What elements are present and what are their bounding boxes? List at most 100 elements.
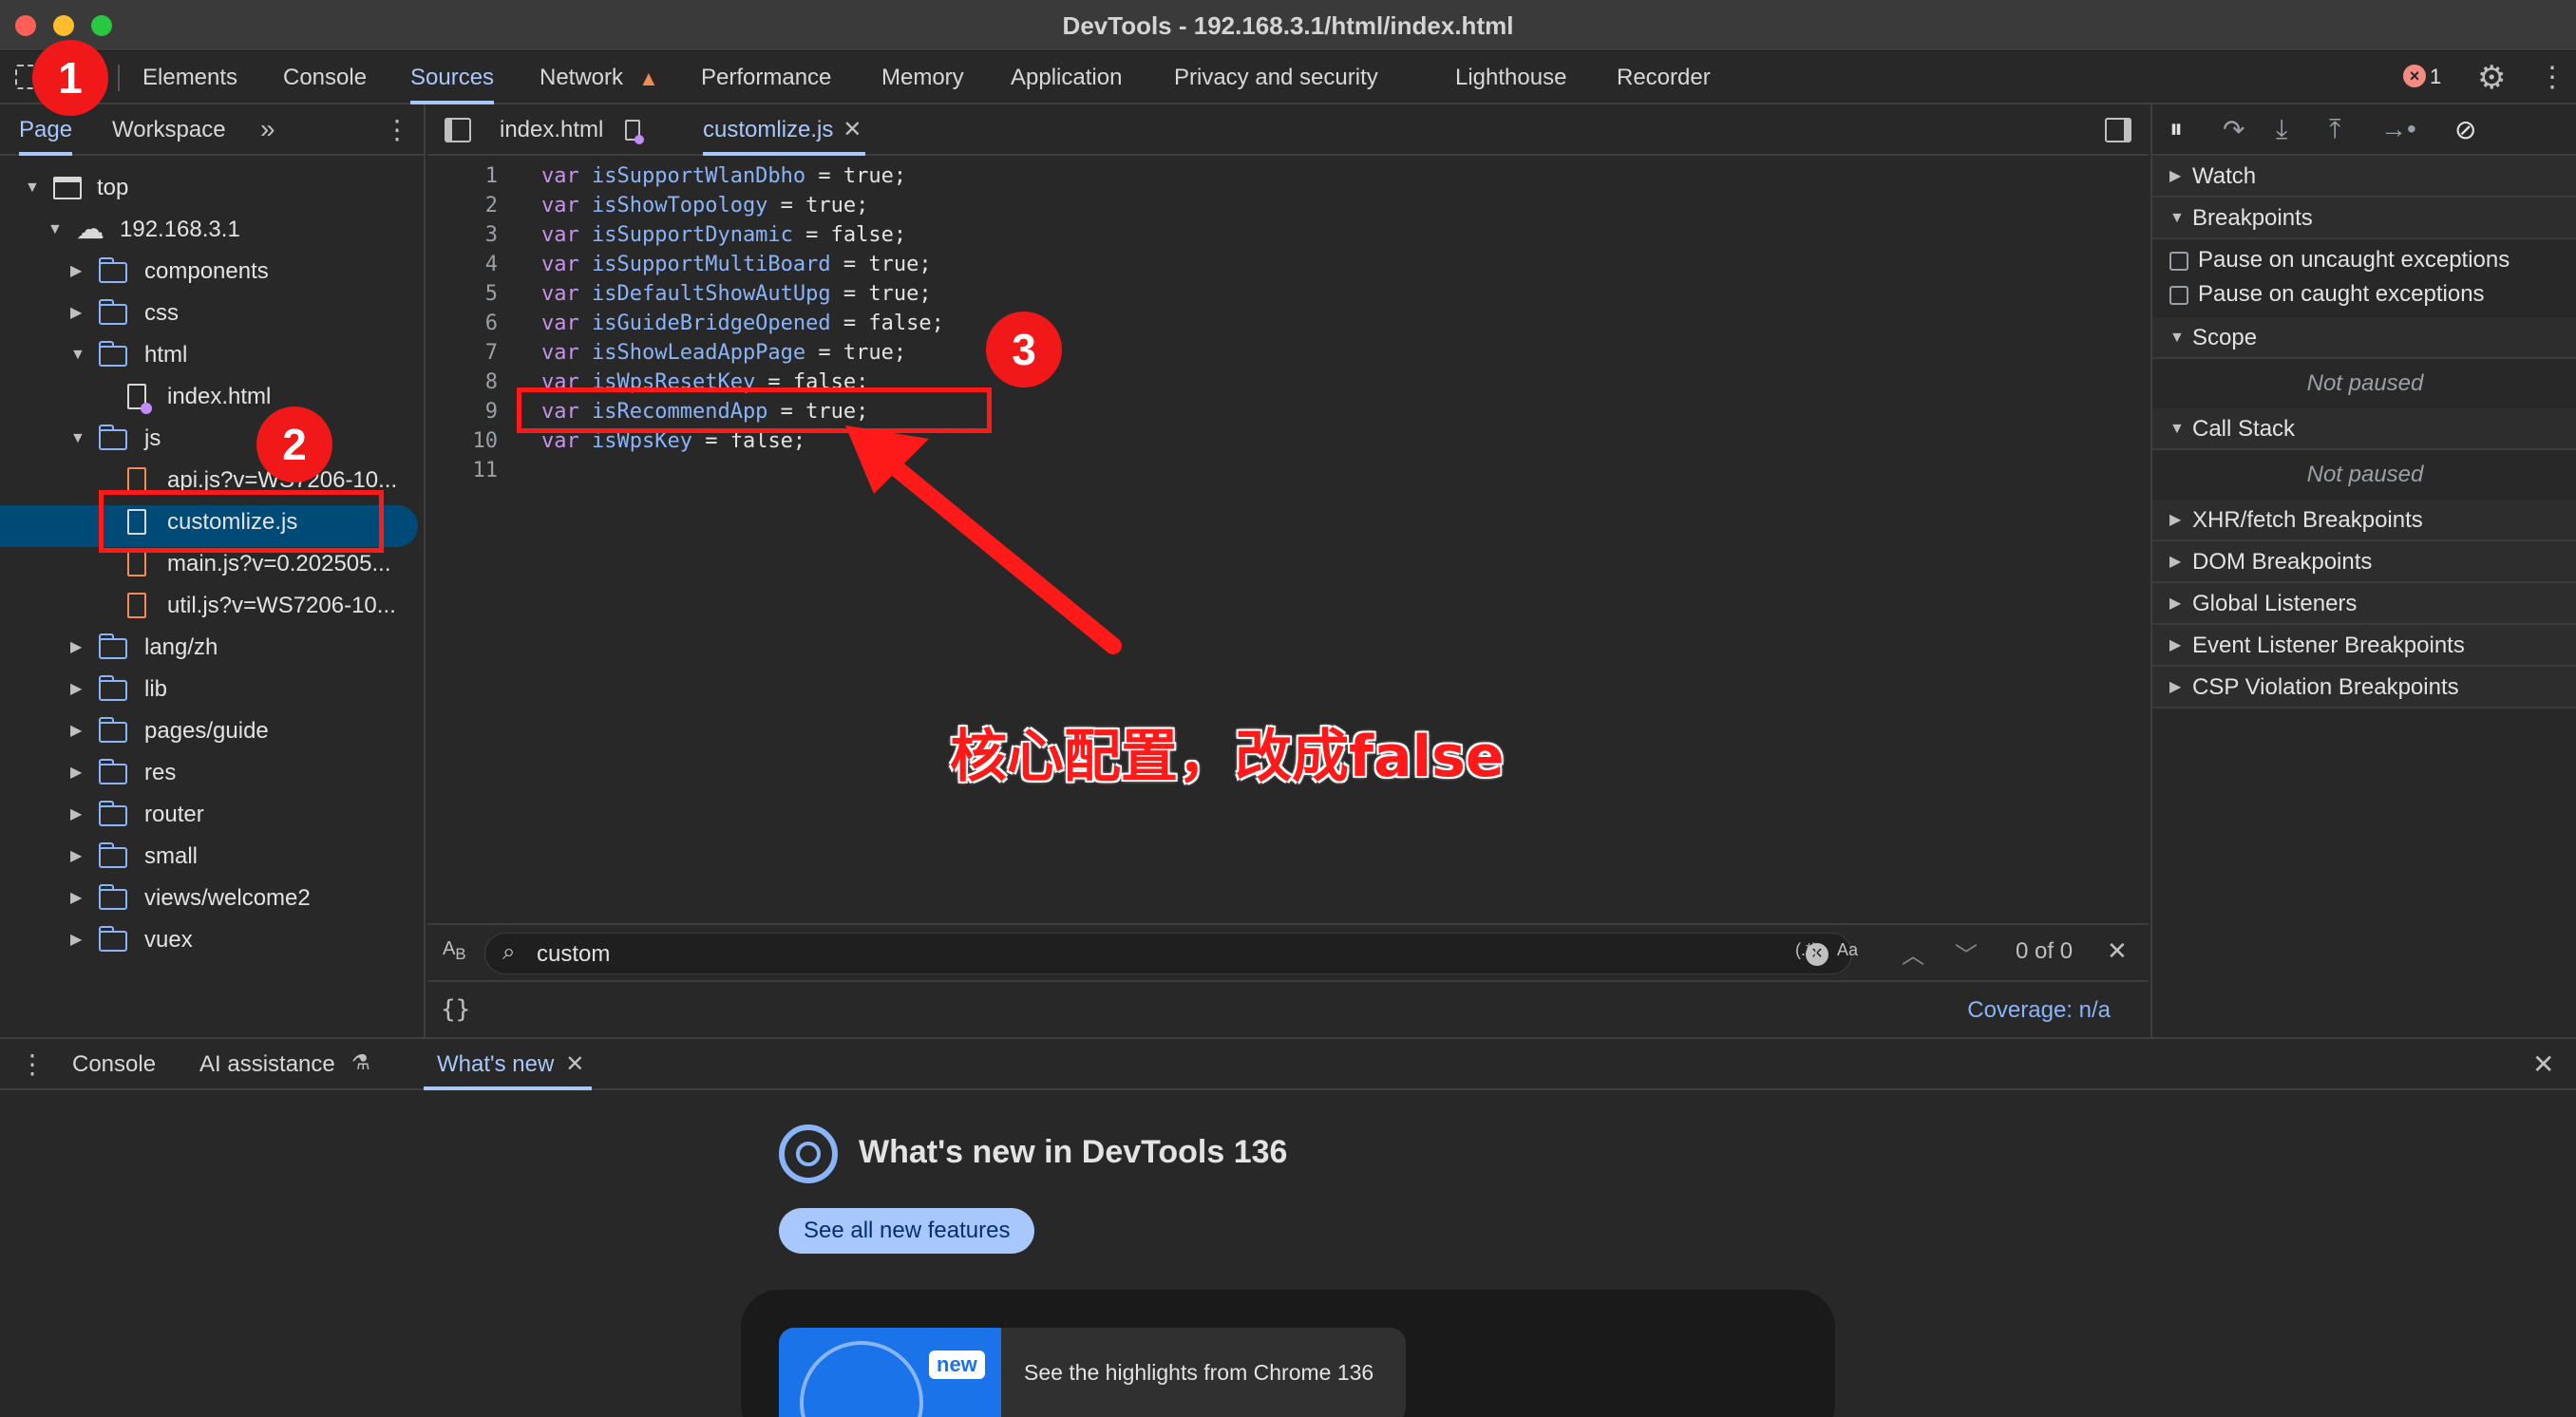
- pause-caught-checkbox[interactable]: [2169, 286, 2188, 305]
- line-number: 8: [484, 370, 498, 394]
- step-into-icon[interactable]: ⤓: [2276, 114, 2287, 145]
- tab-performance[interactable]: Performance: [701, 51, 831, 104]
- tab-sources[interactable]: Sources: [410, 51, 495, 104]
- tree-item-vuex[interactable]: ▶ vuex: [0, 919, 418, 961]
- warning-icon: ▲: [638, 66, 659, 90]
- code-rest: = false;: [792, 223, 907, 247]
- close-icon[interactable]: ✕: [565, 1039, 584, 1090]
- deactivate-breakpoints-icon[interactable]: ⊘: [2454, 114, 2476, 145]
- error-icon[interactable]: ×: [2403, 65, 2426, 87]
- step-icon[interactable]: →•: [2380, 114, 2416, 144]
- highlights-card[interactable]: new See the highlights from Chrome 136: [779, 1328, 1406, 1417]
- tree-item-html[interactable]: ▼ html: [0, 334, 418, 376]
- drawer-menu-icon[interactable]: ⋮: [19, 1049, 46, 1080]
- collapsed-arrow-icon[interactable]: ▶: [70, 919, 82, 961]
- pause-icon[interactable]: ⏸: [2169, 114, 2183, 145]
- collapsed-arrow-icon[interactable]: ▶: [70, 878, 82, 919]
- close-search-icon[interactable]: ✕: [2107, 936, 2128, 966]
- expanded-arrow-icon[interactable]: ▼: [70, 334, 85, 376]
- expanded-arrow-icon[interactable]: ▼: [25, 167, 40, 209]
- coverage-status[interactable]: Coverage: n/a: [1967, 997, 2111, 1024]
- tab-application[interactable]: Application: [1011, 51, 1122, 104]
- section-csp-violation-breakpoints[interactable]: ▶ CSP Violation Breakpoints: [2152, 667, 2576, 708]
- tree-item-router[interactable]: ▶ router: [0, 794, 418, 836]
- collapsed-arrow-icon[interactable]: ▶: [70, 669, 82, 710]
- annotation-highlight-file: [99, 490, 384, 553]
- tree-item-views-welcome2[interactable]: ▶ views/welcome2: [0, 878, 418, 919]
- next-match-icon[interactable]: ﹀: [1955, 936, 1978, 970]
- tab-customlize-js[interactable]: customlize.js ✕: [703, 104, 866, 156]
- search-box[interactable]: ⌕ custom ✕: [484, 933, 1852, 974]
- previous-match-icon[interactable]: ︿: [1902, 936, 1924, 970]
- section-breakpoints[interactable]: ▼ Breakpoints: [2152, 198, 2576, 239]
- navigator-menu-icon[interactable]: ⋮: [384, 114, 410, 145]
- annotation-badge-1: 1: [32, 40, 108, 116]
- variable-name: isSupportDynamic: [592, 223, 793, 247]
- see-all-features-button[interactable]: See all new features: [779, 1208, 1035, 1254]
- match-case-icon[interactable]: AB: [443, 938, 465, 964]
- tab-privacy-security[interactable]: Privacy and security: [1174, 51, 1378, 104]
- collapsed-arrow-icon: ▶: [2169, 595, 2182, 612]
- collapsed-arrow-icon[interactable]: ▶: [70, 752, 82, 794]
- tab-elements[interactable]: Elements: [142, 51, 237, 104]
- close-drawer-icon[interactable]: ✕: [2532, 1049, 2554, 1080]
- more-options-icon[interactable]: ⋮: [2538, 61, 2567, 94]
- pause-caught-option[interactable]: Pause on caught exceptions: [2152, 277, 2576, 312]
- tab-console[interactable]: Console: [283, 51, 367, 104]
- tree-item-css[interactable]: ▶ css: [0, 293, 418, 334]
- tab-network[interactable]: Network: [540, 51, 623, 104]
- tab-lighthouse[interactable]: Lighthouse: [1455, 51, 1566, 104]
- tree-item-res[interactable]: ▶ res: [0, 752, 418, 794]
- section-scope[interactable]: ▼ Scope: [2152, 317, 2576, 359]
- tree-item-pages-guide[interactable]: ▶ pages/guide: [0, 710, 418, 752]
- file-navigator: Page Workspace » ⋮ ▼ top ▼ ☁ 192.168.3.1…: [0, 104, 426, 1037]
- step-out-icon[interactable]: ⤒: [2329, 114, 2340, 145]
- section-label: Breakpoints: [2192, 205, 2313, 231]
- toggle-navigator-icon[interactable]: [445, 118, 471, 142]
- gear-icon[interactable]: ⚙: [2477, 59, 2506, 97]
- section-event-listener-breakpoints[interactable]: ▶ Event Listener Breakpoints: [2152, 625, 2576, 667]
- drawer-tab-console[interactable]: Console: [72, 1039, 156, 1090]
- section-global-listeners[interactable]: ▶ Global Listeners: [2152, 583, 2576, 625]
- tree-item-small[interactable]: ▶ small: [0, 836, 418, 878]
- regex-toggle[interactable]: (.*): [1795, 940, 1818, 960]
- collapsed-arrow-icon[interactable]: ▶: [70, 836, 82, 878]
- pause-uncaught-checkbox[interactable]: [2169, 252, 2188, 271]
- tab-index-html[interactable]: index.html: [500, 104, 603, 156]
- section-dom-breakpoints[interactable]: ▶ DOM Breakpoints: [2152, 541, 2576, 583]
- drawer-tab-whats-new[interactable]: What's new ✕: [424, 1039, 593, 1090]
- expanded-arrow-icon[interactable]: ▼: [47, 209, 63, 251]
- collapsed-arrow-icon[interactable]: ▶: [70, 710, 82, 752]
- more-tabs-icon[interactable]: »: [260, 114, 275, 144]
- error-count[interactable]: 1: [2430, 65, 2441, 89]
- expanded-arrow-icon[interactable]: ▼: [70, 418, 85, 460]
- tree-item-lib[interactable]: ▶ lib: [0, 669, 418, 710]
- drawer-tab-ai-assistance[interactable]: AI assistance: [199, 1039, 335, 1090]
- collapsed-arrow-icon[interactable]: ▶: [70, 627, 82, 669]
- tree-item-lang-zh[interactable]: ▶ lang/zh: [0, 627, 418, 669]
- tree-item-domain[interactable]: ▼ ☁ 192.168.3.1: [0, 209, 418, 251]
- section-call-stack[interactable]: ▼ Call Stack: [2152, 408, 2576, 450]
- collapsed-arrow-icon[interactable]: ▶: [70, 251, 82, 293]
- case-sensitive-toggle[interactable]: Aa: [1837, 940, 1858, 960]
- keyword: var: [541, 312, 579, 335]
- section-watch[interactable]: ▶ Watch: [2152, 156, 2576, 198]
- step-over-icon[interactable]: ↷: [2223, 114, 2245, 145]
- toggle-debugger-icon[interactable]: [2105, 118, 2131, 142]
- tree-item-index-html[interactable]: index.html: [0, 376, 418, 418]
- tab-workspace[interactable]: Workspace: [112, 104, 226, 156]
- search-input[interactable]: custom: [537, 941, 610, 968]
- tab-memory[interactable]: Memory: [881, 51, 964, 104]
- collapsed-arrow-icon[interactable]: ▶: [70, 293, 82, 334]
- tab-recorder[interactable]: Recorder: [1617, 51, 1711, 104]
- tree-item-top[interactable]: ▼ top: [0, 167, 418, 209]
- tree-item-components[interactable]: ▶ components: [0, 251, 418, 293]
- close-icon[interactable]: ✕: [843, 104, 862, 156]
- pretty-print-icon[interactable]: {}: [441, 995, 470, 1024]
- tree-item-util-js[interactable]: util.js?v=WS7206-10...: [0, 585, 418, 627]
- pause-uncaught-option[interactable]: Pause on uncaught exceptions: [2152, 243, 2576, 277]
- call-stack-status: Not paused: [2306, 462, 2424, 487]
- section-xhr-breakpoints[interactable]: ▶ XHR/fetch Breakpoints: [2152, 500, 2576, 541]
- tree-item-js[interactable]: ▼ js: [0, 418, 418, 460]
- collapsed-arrow-icon[interactable]: ▶: [70, 794, 82, 836]
